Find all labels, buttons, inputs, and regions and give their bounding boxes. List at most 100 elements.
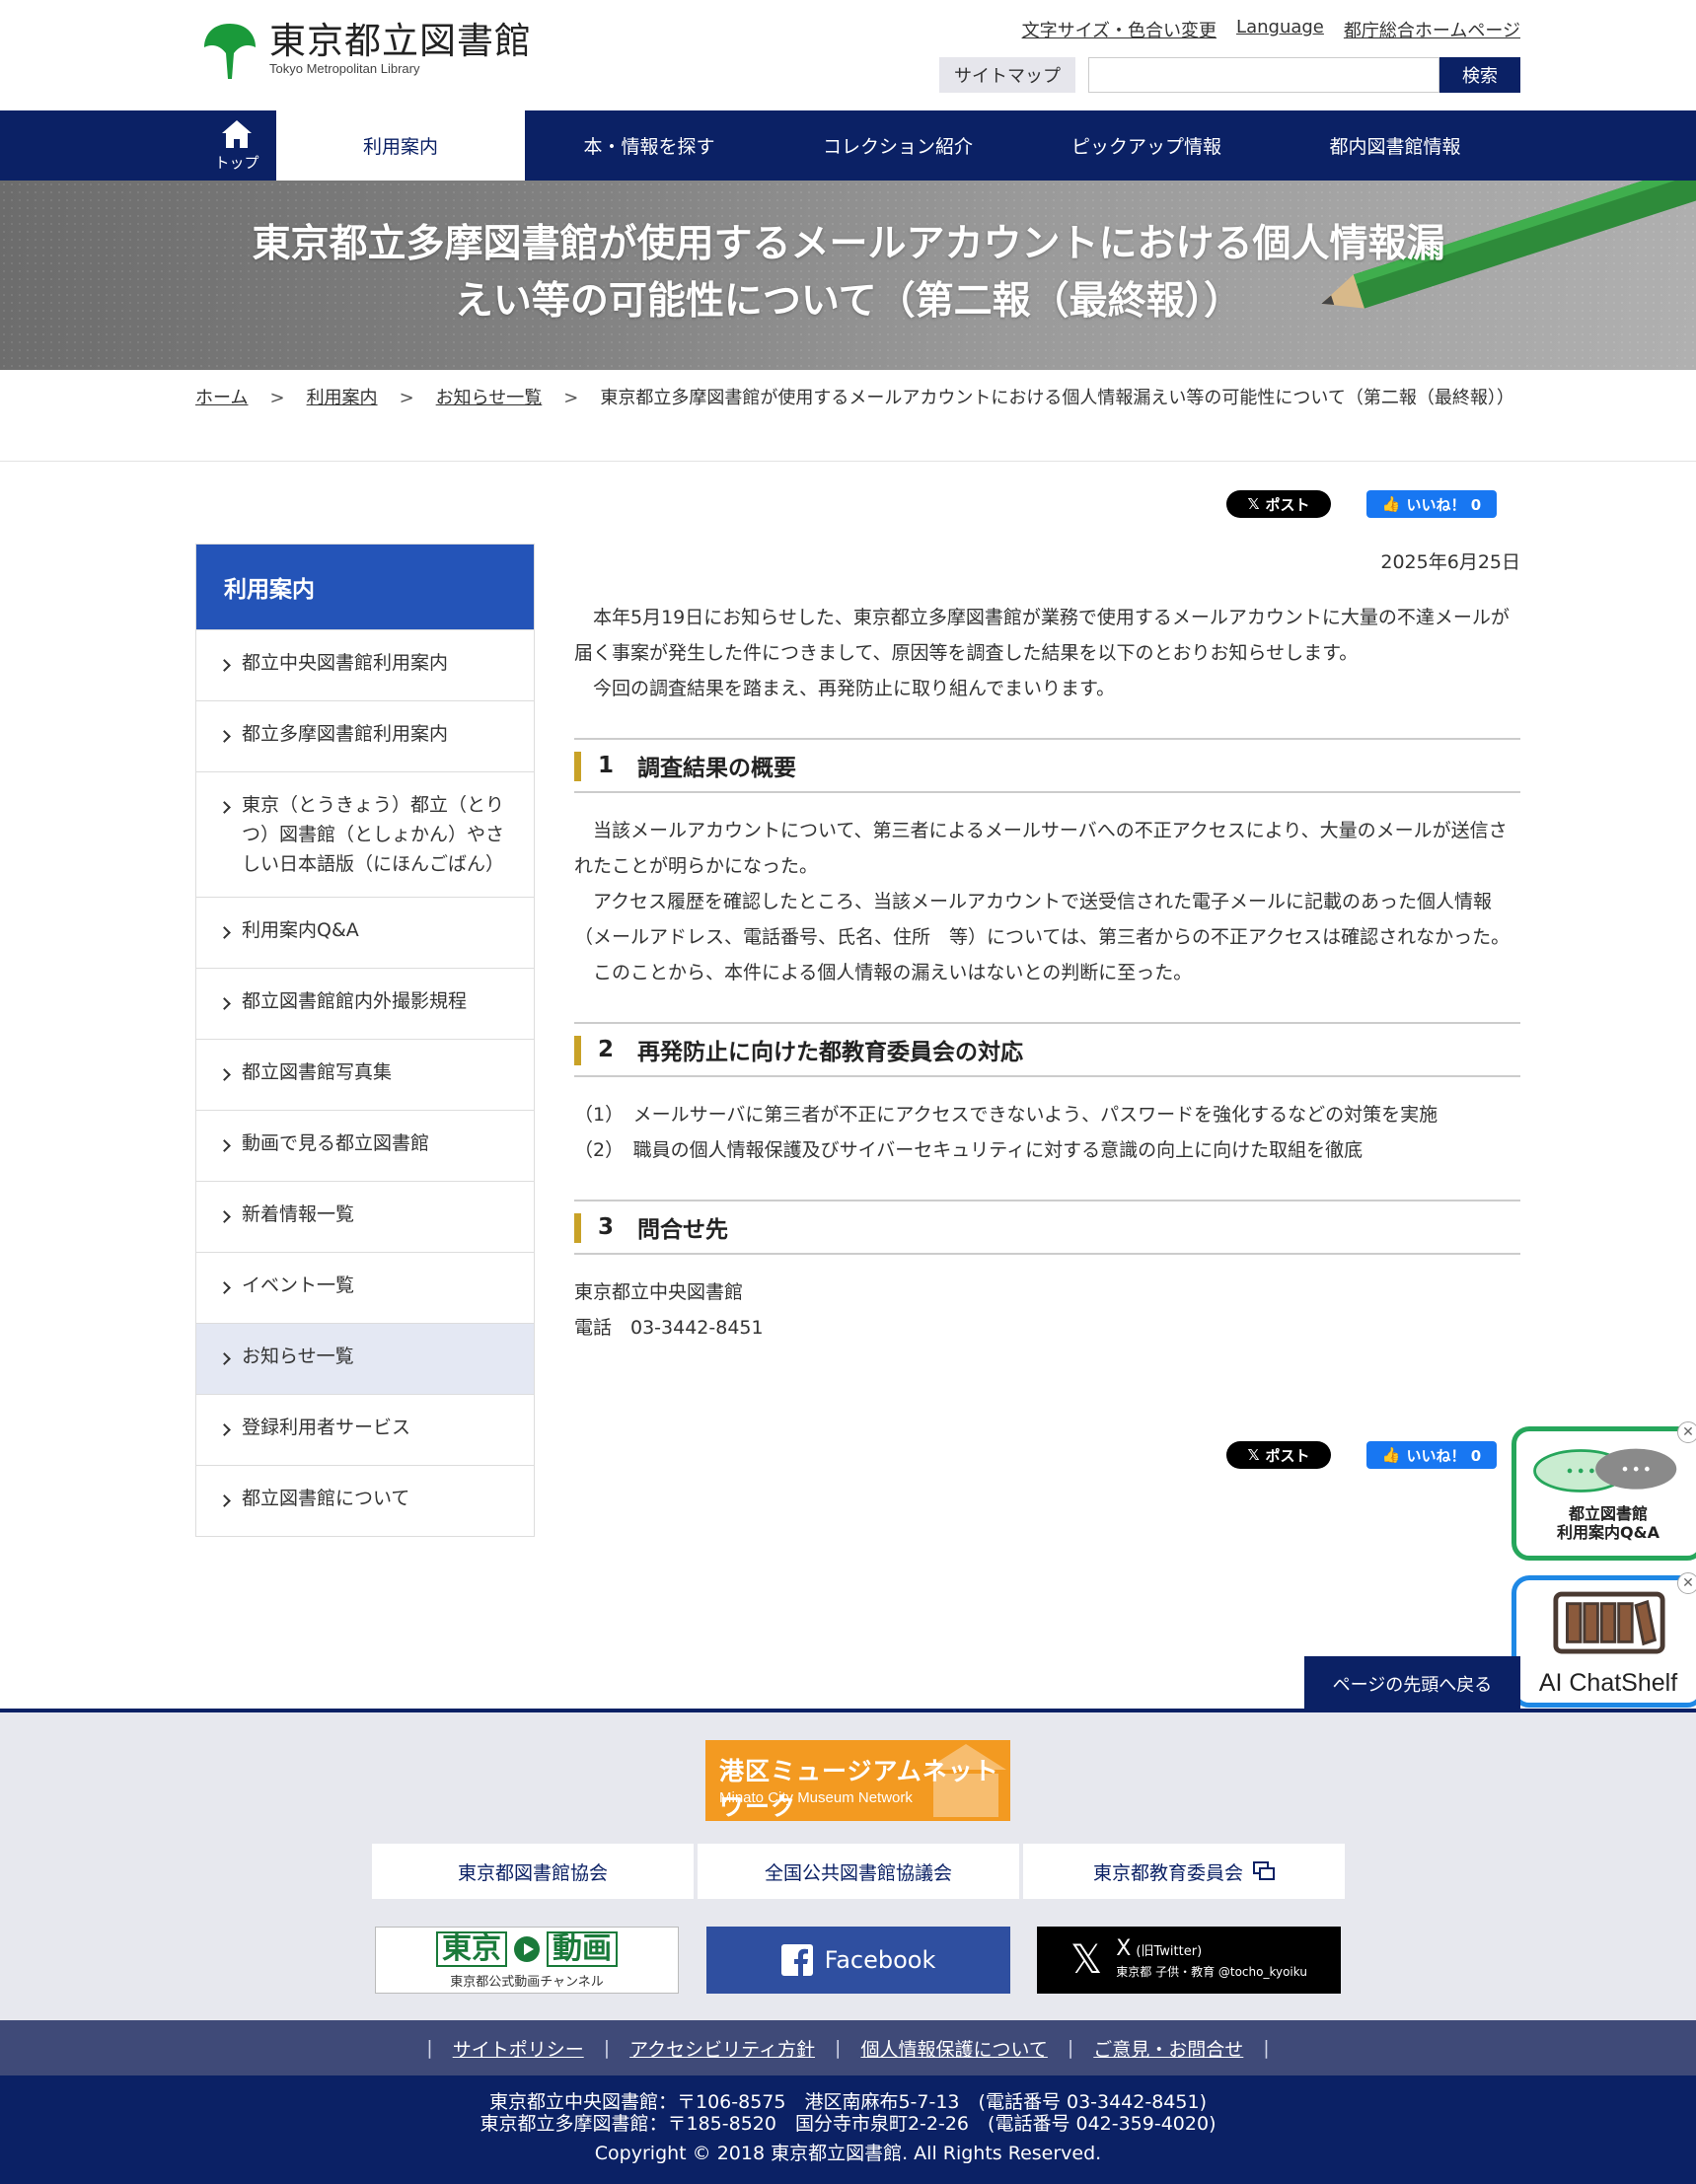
chat-bubbles-icon — [1533, 1448, 1677, 1492]
accessibility-policy-link[interactable]: アクセシビリティ方針 — [629, 2035, 815, 2062]
close-icon[interactable]: ✕ — [1677, 1572, 1696, 1594]
nav-item-local-libraries[interactable]: 都内図書館情報 — [1271, 110, 1519, 181]
language-link[interactable]: Language — [1236, 17, 1324, 42]
font-color-settings-link[interactable]: 文字サイズ・色合い変更 — [1022, 17, 1217, 42]
section-title: 調査結果の概要 — [637, 756, 797, 781]
ginkgo-logo-icon — [204, 24, 256, 79]
search-input[interactable] — [1088, 57, 1439, 93]
guide-qa-widget[interactable]: 都立図書館 利用案内Q&A — [1512, 1426, 1696, 1561]
sidebar-item-news[interactable]: お知らせ一覧 — [196, 1323, 534, 1394]
page-top-button[interactable]: ページの先頭へ戻る — [1304, 1656, 1520, 1711]
divider: | — [426, 2037, 433, 2059]
tokyo-board-of-education-link[interactable]: 東京都教育委員会 — [1023, 1844, 1345, 1899]
central-library-address: 東京都立中央図書館：〒106-8575 港区南麻布5-7-13 (電話番号 03… — [488, 2091, 1207, 2113]
sidebar-item-guide-qa[interactable]: 利用案内Q&A — [196, 897, 534, 968]
national-public-library-council-link[interactable]: 全国公共図書館協議会 — [698, 1844, 1019, 1899]
section-paragraph: アクセス履歴を確認したところ、当該メールアカウントで送受信された電子メールに記載… — [574, 891, 1511, 948]
x-post-button[interactable]: 𝕏 ポスト — [1226, 490, 1331, 518]
facebook-banner[interactable]: Facebook — [706, 1927, 1010, 1994]
minato-banner-jp: 港区ミュージアムネットワーク — [719, 1757, 999, 1821]
facebook-like-label: いいね！ 0 — [1406, 1446, 1482, 1465]
facebook-like-button[interactable]: 👍 いいね！ 0 — [1366, 1441, 1497, 1469]
link-label: 東京都教育委員会 — [1092, 1861, 1243, 1884]
sidebar-item-photo-rules[interactable]: 都立図書館館内外撮影規程 — [196, 968, 534, 1039]
tokyo-douga-banner[interactable]: 東京 動画 東京都公式動画チャンネル — [375, 1927, 679, 1994]
breadcrumb-home[interactable]: ホーム — [195, 388, 248, 408]
nav-home-label: トップ — [214, 154, 259, 172]
section-heading: 1 調査結果の概要 — [574, 738, 1520, 793]
external-window-icon — [1253, 1861, 1275, 1880]
sidebar-item-photo-gallery[interactable]: 都立図書館写真集 — [196, 1039, 534, 1110]
qa-widget-label-1: 都立図書館 — [1568, 1504, 1648, 1523]
sidebar-item-tama-guide[interactable]: 都立多摩図書館利用案内 — [196, 700, 534, 771]
section-paragraph: 当該メールアカウントについて、第三者によるメールサーバへの不正アクセスにより、大… — [574, 820, 1508, 877]
section-list-item: （2） 職員の個人情報保護及びサイバーセキュリティに対する意識の向上に向けた取組… — [574, 1139, 1364, 1161]
tocho-homepage-link[interactable]: 都庁総合ホームページ — [1344, 17, 1520, 42]
section-paragraph: このことから、本件による個人情報の漏えいはないとの判断に至った。 — [574, 962, 1193, 983]
divider: | — [1067, 2037, 1074, 2059]
site-policy-link[interactable]: サイトポリシー — [453, 2035, 584, 2062]
section-title: 再発防止に向けた都教育委員会の対応 — [637, 1040, 1024, 1065]
x-logo-icon: 𝕏 — [1247, 495, 1260, 513]
site-logo[interactable]: 東京都立図書館 Tokyo Metropolitan Library — [202, 20, 532, 81]
breadcrumb-news-list[interactable]: お知らせ一覧 — [436, 388, 543, 408]
copyright: Copyright © 2018 東京都立図書館. All Rights Res… — [594, 2143, 1102, 2164]
article-intro-paragraph: 今回の調査結果を踏まえ、再発防止に取り組んでまいります。 — [574, 678, 1116, 699]
x-post-button[interactable]: 𝕏 ポスト — [1226, 1441, 1331, 1469]
privacy-link[interactable]: 個人情報保護について — [860, 2035, 1047, 2062]
sidebar-item-easy-japanese[interactable]: 東京（とうきょう）都立（とりつ）図書館（としょかん）やさしい日本語版（にほんごば… — [196, 771, 534, 897]
sidebar-item-videos[interactable]: 動画で見る都立図書館 — [196, 1110, 534, 1181]
close-icon[interactable]: ✕ — [1677, 1421, 1696, 1443]
nav-item-pickup[interactable]: ピックアップ情報 — [1022, 110, 1271, 181]
nav-item-guide[interactable]: 利用案内 — [276, 110, 525, 181]
ai-chatshelf-label: AI ChatShelf — [1538, 1669, 1678, 1697]
site-footer: 港区ミュージアムネットワーク Minato City Museum Networ… — [0, 1712, 1696, 2020]
nav-home[interactable]: トップ — [197, 110, 276, 181]
breadcrumb-current: 東京都立多摩図書館が使用するメールアカウントにおける個人情報漏えい等の可能性につ… — [600, 388, 1514, 408]
section-heading: 3 問合せ先 — [574, 1200, 1520, 1255]
sidebar-item-about[interactable]: 都立図書館について — [196, 1465, 534, 1536]
social-share-top: 𝕏 ポスト 👍 いいね！ 0 — [1226, 490, 1497, 518]
article-date: 2025年6月25日 — [1380, 551, 1520, 573]
tokyo-douga-title-1: 東京 — [436, 1930, 507, 1967]
section-title: 問合せ先 — [637, 1217, 729, 1243]
minato-museum-network-banner[interactable]: 港区ミュージアムネットワーク Minato City Museum Networ… — [705, 1740, 1010, 1821]
link-label: 東京都図書館協会 — [457, 1861, 608, 1884]
nav-item-search[interactable]: 本・情報を探す — [525, 110, 774, 181]
sidebar-nav: 利用案内 都立中央図書館利用案内 都立多摩図書館利用案内 東京（とうきょう）都立… — [195, 544, 535, 1537]
sidebar-item-whats-new[interactable]: 新着情報一覧 — [196, 1181, 534, 1252]
x-logo-icon: 𝕏 — [1247, 1446, 1260, 1464]
facebook-like-button[interactable]: 👍 いいね！ 0 — [1366, 490, 1497, 518]
breadcrumb: ホーム > 利用案内 > お知らせ一覧 > 東京都立多摩図書館が使用するメールアカウントにお… — [195, 380, 1522, 417]
sidebar-item-central-guide[interactable]: 都立中央図書館利用案内 — [196, 629, 534, 700]
play-icon — [514, 1935, 540, 1962]
sidebar-item-events[interactable]: イベント一覧 — [196, 1252, 534, 1323]
bookshelf-icon — [1553, 1591, 1665, 1654]
facebook-banner-label: Facebook — [824, 1946, 936, 1974]
x-banner-title: X — [1116, 1935, 1132, 1961]
ai-chatshelf-widget[interactable]: AI ChatShelf — [1512, 1575, 1696, 1708]
breadcrumb-guide[interactable]: 利用案内 — [307, 388, 378, 408]
link-label: 全国公共図書館協議会 — [764, 1861, 952, 1884]
divider: | — [603, 2037, 611, 2059]
sidebar-title: 利用案内 — [196, 545, 534, 629]
qa-widget-label-2: 利用案内Q&A — [1557, 1523, 1659, 1542]
global-nav: トップ 利用案内 本・情報を探す コレクション紹介 ピックアップ情報 都内図書館… — [0, 110, 1696, 181]
sidebar-item-registered-services[interactable]: 登録利用者サービス — [196, 1394, 534, 1465]
tama-library-address: 東京都立多摩図書館：〒185-8520 国分寺市泉町2-2-26 (電話番号 0… — [479, 2113, 1217, 2135]
tokyo-library-association-link[interactable]: 東京都図書館協会 — [372, 1844, 694, 1899]
search-button[interactable]: 検索 — [1439, 57, 1520, 93]
article-intro-paragraph: 本年5月19日にお知らせした、東京都立多摩図書館が業務で使用するメールアカウント… — [574, 607, 1510, 664]
minato-banner-en: Minato City Museum Network — [719, 1789, 913, 1806]
divider: | — [835, 2037, 842, 2059]
utility-links: 文字サイズ・色合い変更 Language 都庁総合ホームページ — [1022, 17, 1520, 42]
breadcrumb-separator: > — [399, 388, 414, 408]
page-title-line-1: 東京都立多摩図書館が使用するメールアカウントにおける個人情報漏 — [252, 222, 1445, 266]
tokyo-douga-subtitle: 東京都公式動画チャンネル — [450, 1974, 604, 1990]
contact-link[interactable]: ご意見・お問合せ — [1093, 2035, 1243, 2062]
x-twitter-banner[interactable]: 𝕏 X (旧Twitter) 東京都 子供・教育 @tocho_kyoiku — [1037, 1927, 1341, 1994]
section-list-item: （1） メールサーバに第三者が不正にアクセスできないよう、パスワードを強化するな… — [574, 1104, 1438, 1126]
sitemap-button[interactable]: サイトマップ — [939, 57, 1075, 93]
nav-item-collection[interactable]: コレクション紹介 — [774, 110, 1022, 181]
page-hero: 東京都立多摩図書館が使用するメールアカウントにおける個人情報漏 えい等の可能性に… — [0, 181, 1696, 370]
